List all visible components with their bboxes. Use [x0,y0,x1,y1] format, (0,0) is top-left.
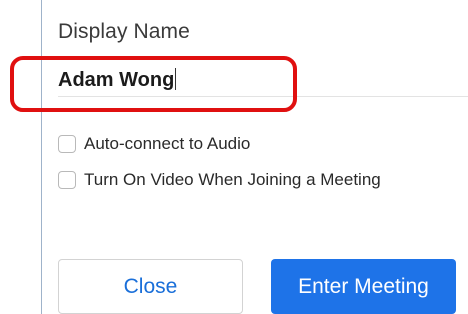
auto-connect-audio-label: Auto-connect to Audio [84,134,251,153]
auto-connect-audio-option[interactable]: Auto-connect to Audio [58,134,250,154]
dialog-edge [41,0,42,314]
auto-connect-audio-checkbox[interactable] [58,135,76,153]
highlight-annotation [10,56,297,112]
enter-meeting-button[interactable]: Enter Meeting [271,259,456,314]
video-on-join-label: Turn On Video When Joining a Meeting [84,170,381,189]
video-on-join-option[interactable]: Turn On Video When Joining a Meeting [58,170,381,190]
video-on-join-checkbox[interactable] [58,171,76,189]
join-meeting-dialog: Display Name Adam Wong Auto-connect to A… [0,0,468,314]
close-button[interactable]: Close [58,259,243,314]
display-name-label: Display Name [58,20,190,43]
